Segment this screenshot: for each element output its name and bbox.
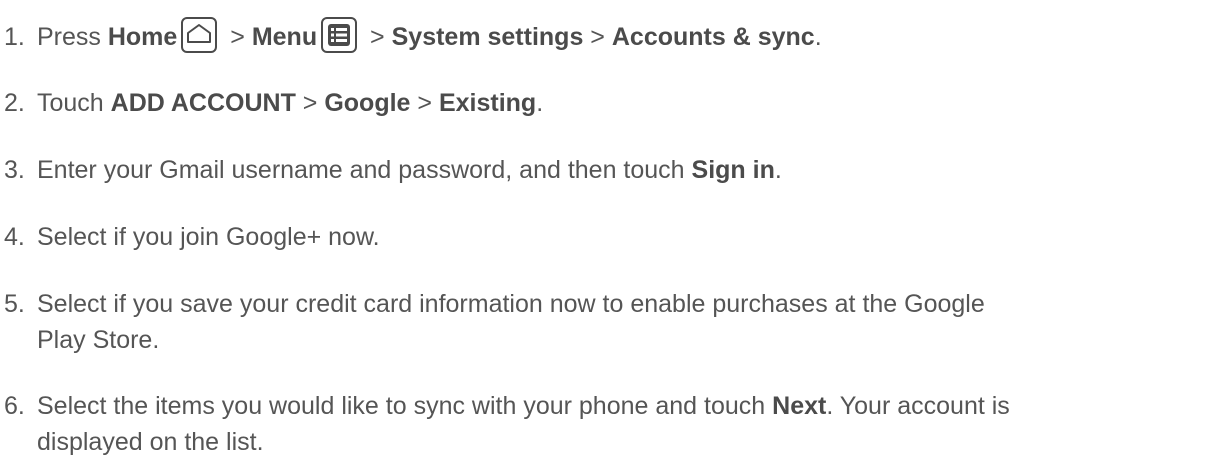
- google-label: Google: [324, 89, 411, 117]
- step-text: Press Home > Menu > System settings > Ac…: [37, 17, 1207, 56]
- step-sentence-line-2: Play Store.: [37, 326, 160, 354]
- menu-key-icon: [321, 17, 358, 54]
- step-text: Enter your Gmail username and password, …: [37, 152, 1207, 188]
- step-sentence: Enter your Gmail username and password, …: [37, 156, 692, 184]
- text-press: Press: [37, 23, 108, 51]
- step-text: Select if you save your credit card info…: [37, 286, 1207, 358]
- step-number: 3.: [4, 156, 25, 184]
- home-key-icon: [181, 17, 218, 54]
- step-number: 6.: [4, 392, 25, 420]
- accounts-sync-label: Accounts & sync: [611, 23, 815, 51]
- step-sentence-line-2: displayed on the list.: [37, 428, 264, 456]
- separator: >: [223, 23, 252, 51]
- step-text: Touch ADD ACCOUNT > Google > Existing.: [37, 85, 1207, 121]
- step-text: Select if you join Google+ now.: [37, 219, 1207, 255]
- step-number: 5.: [4, 290, 25, 318]
- period: .: [814, 23, 822, 51]
- step-number: 2.: [4, 89, 25, 117]
- add-account-label: ADD ACCOUNT: [110, 89, 296, 117]
- menu-label: Menu: [251, 23, 318, 51]
- existing-label: Existing: [438, 89, 537, 117]
- separator: >: [363, 23, 392, 51]
- system-settings-label: System settings: [391, 23, 584, 51]
- home-label: Home: [107, 23, 178, 51]
- step-text: Select the items you would like to sync …: [37, 388, 1207, 460]
- step-number: 4.: [4, 223, 25, 251]
- step-sentence-line-1: Select if you save your credit card info…: [37, 290, 985, 318]
- period: .: [536, 89, 544, 117]
- step-sentence: Select the items you would like to sync …: [37, 392, 773, 420]
- step-sentence-end: . Your account is: [826, 392, 1010, 420]
- separator: >: [295, 89, 325, 117]
- separator: >: [410, 89, 439, 117]
- period: .: [774, 156, 782, 184]
- step-number: 1.: [4, 23, 25, 51]
- separator: >: [583, 23, 612, 51]
- next-label: Next: [772, 392, 827, 420]
- sign-in-label: Sign in: [691, 156, 775, 184]
- text-touch: Touch: [37, 89, 111, 117]
- step-sentence: Select if you join Google+ now.: [37, 223, 380, 251]
